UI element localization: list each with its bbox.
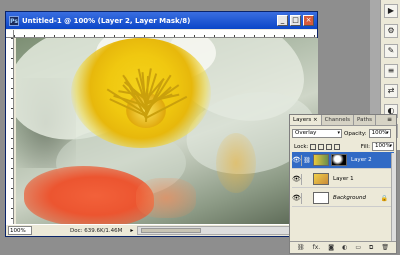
koi-fish-small xyxy=(216,133,256,193)
delete-layer-icon[interactable]: 🗑 xyxy=(381,244,389,251)
layer-mask-thumbnail[interactable] xyxy=(331,154,347,166)
new-group-icon[interactable]: ▭ xyxy=(355,244,361,251)
layer-thumbnail xyxy=(313,192,329,204)
lock-position-icon[interactable] xyxy=(326,143,333,150)
layer-row-layer-1[interactable]: 👁 Layer 1 xyxy=(292,171,394,188)
fill-field[interactable]: 100% xyxy=(372,142,394,151)
adjustment-layer-icon[interactable]: ◐ xyxy=(342,244,347,251)
opacity-label: Opacity: xyxy=(344,130,367,137)
panel-menu-icon[interactable]: ≡ xyxy=(387,115,396,125)
horizontal-ruler[interactable] xyxy=(14,30,317,38)
new-layer-icon[interactable]: ⧉ xyxy=(369,244,373,252)
link-chain-icon[interactable]: ⛓ xyxy=(302,155,312,166)
document-window: Ps Untitled-1 @ 100% (Layer 2, Layer Mas… xyxy=(5,11,318,237)
layer-name[interactable]: Layer 1 xyxy=(333,176,354,182)
layers-scrollbar[interactable] xyxy=(391,153,396,241)
document-title: Untitled-1 @ 100% (Layer 2, Layer Mask/8… xyxy=(22,16,191,25)
photoshop-app-icon: Ps xyxy=(9,15,19,26)
tool-icon-5[interactable]: ⇄ xyxy=(384,84,398,98)
tab-channels[interactable]: Channels xyxy=(322,115,355,125)
minimize-button[interactable]: _ xyxy=(277,15,288,26)
layer-row-layer-2[interactable]: 👁 ⛓ Layer 2 xyxy=(292,152,394,169)
scroll-thumb[interactable] xyxy=(141,228,202,233)
opacity-field[interactable]: 100% xyxy=(368,129,391,138)
ruler-corner[interactable] xyxy=(6,30,14,38)
layer-thumbnail xyxy=(313,154,329,166)
tool-icon-1[interactable]: ▶ xyxy=(384,4,398,18)
fill-label: Fill: xyxy=(360,143,370,150)
tool-icon-4[interactable]: ≡ xyxy=(384,64,398,78)
fx-icon[interactable]: fx. xyxy=(313,244,321,251)
visibility-eye-icon[interactable]: 👁 xyxy=(292,154,302,166)
layer-name[interactable]: Layer 2 xyxy=(351,157,372,163)
document-titlebar[interactable]: Ps Untitled-1 @ 100% (Layer 2, Layer Mas… xyxy=(6,12,317,29)
visibility-eye-icon[interactable]: 👁 xyxy=(292,173,302,185)
layers-button-bar: ⛓ fx. ◙ ◐ ▭ ⧉ 🗑 xyxy=(290,241,396,253)
zoom-field[interactable]: 100% xyxy=(8,226,32,235)
maximize-button[interactable]: □ xyxy=(290,15,301,26)
blend-mode-select[interactable]: Overlay xyxy=(292,129,342,138)
lock-all-icon[interactable] xyxy=(334,143,341,150)
add-mask-icon[interactable]: ◙ xyxy=(328,244,334,251)
layer-name[interactable]: Background xyxy=(333,195,366,201)
tool-icon-2[interactable]: ⚙ xyxy=(384,24,398,38)
layers-panel: Layers × Channels Paths ≡ Overlay Opacit… xyxy=(289,114,397,254)
image-canvas[interactable] xyxy=(16,38,318,225)
tab-paths[interactable]: Paths xyxy=(354,115,376,125)
lock-transparency-icon[interactable] xyxy=(310,143,317,150)
lock-icon: 🔒 xyxy=(380,194,388,202)
close-button[interactable]: × xyxy=(303,15,314,26)
lock-pixels-icon[interactable] xyxy=(318,143,325,150)
vertical-ruler[interactable] xyxy=(6,38,14,224)
layer-row-background[interactable]: 👁 Background 🔒 xyxy=(292,190,394,207)
visibility-eye-icon[interactable]: 👁 xyxy=(292,192,302,204)
status-bar: 100% Doc: 639.6K/1.46M ▸ xyxy=(6,224,317,236)
koi-fish-tail xyxy=(136,178,196,218)
tool-icon-3[interactable]: ✎ xyxy=(384,44,398,58)
link-layers-icon[interactable]: ⛓ xyxy=(297,244,305,251)
tab-layers[interactable]: Layers × xyxy=(290,115,322,125)
lock-label: Lock: xyxy=(294,143,309,150)
layer-thumbnail xyxy=(313,173,329,185)
panel-tabs: Layers × Channels Paths ≡ xyxy=(290,115,396,126)
document-info: Doc: 639.6K/1.46M xyxy=(70,227,123,234)
status-menu-arrow-icon[interactable]: ▸ xyxy=(130,227,133,234)
